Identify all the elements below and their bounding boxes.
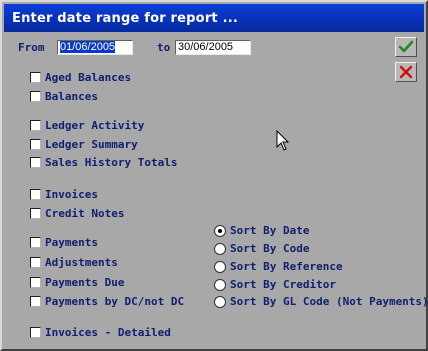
credit-notes-checkbox[interactable]: [30, 208, 41, 219]
credit-notes-label: Credit Notes: [45, 207, 125, 220]
sort-by-reference-radio[interactable]: [214, 261, 226, 273]
adjustments-label: Adjustments: [45, 256, 118, 269]
ledger-activity-checkbox[interactable]: [30, 120, 41, 131]
cancel-button[interactable]: [395, 62, 417, 82]
payments-label: Payments: [45, 236, 98, 249]
from-label: From: [18, 41, 45, 54]
adjustments-checkbox[interactable]: [30, 257, 41, 268]
sort-by-reference-label: Sort By Reference: [230, 260, 343, 273]
payments-by-dc-checkbox[interactable]: [30, 296, 41, 307]
payments-checkbox[interactable]: [30, 237, 41, 248]
check-icon: [398, 40, 414, 53]
report-date-range-dialog: Enter date range for report ... From 01/…: [0, 0, 428, 351]
invoices-label: Invoices: [45, 188, 98, 201]
ledger-activity-label: Ledger Activity: [45, 119, 145, 132]
sort-by-gl-code-radio[interactable]: [214, 296, 226, 308]
sort-by-creditor-label: Sort By Creditor: [230, 278, 336, 291]
ok-button[interactable]: [395, 37, 417, 57]
balances-label: Balances: [45, 90, 98, 103]
x-icon: [399, 65, 413, 79]
aged-balances-checkbox[interactable]: [30, 72, 41, 83]
title-bar[interactable]: Enter date range for report ...: [4, 4, 424, 32]
sales-history-totals-label: Sales History Totals: [45, 156, 178, 169]
to-date-field[interactable]: 30/06/2005: [175, 40, 251, 55]
invoices-detailed-label: Invoices - Detailed: [45, 326, 171, 339]
to-label: to: [157, 41, 171, 54]
mouse-pointer-icon: [276, 130, 290, 151]
sales-history-totals-checkbox[interactable]: [30, 157, 41, 168]
window-title: Enter date range for report ...: [12, 11, 238, 26]
balances-checkbox[interactable]: [30, 91, 41, 102]
from-date-field[interactable]: 01/06/2005: [57, 40, 133, 55]
sort-by-creditor-radio[interactable]: [214, 279, 226, 291]
invoices-checkbox[interactable]: [30, 189, 41, 200]
invoices-detailed-checkbox[interactable]: [30, 327, 41, 338]
ledger-summary-checkbox[interactable]: [30, 139, 41, 150]
sort-by-date-radio[interactable]: [214, 225, 226, 237]
sort-by-gl-code-label: Sort By GL Code (Not Payments): [230, 295, 428, 308]
payments-due-label: Payments Due: [45, 276, 125, 289]
dialog-body: From 01/06/2005 to 30/06/2005 Aged Balan…: [4, 32, 428, 347]
to-date-value: 30/06/2005: [178, 41, 234, 53]
aged-balances-label: Aged Balances: [45, 71, 132, 84]
ledger-summary-label: Ledger Summary: [45, 138, 138, 151]
payments-due-checkbox[interactable]: [30, 277, 41, 288]
payments-by-dc-label: Payments by DC/not DC: [45, 295, 185, 308]
from-date-value: 01/06/2005: [60, 41, 116, 53]
sort-by-date-label: Sort By Date: [230, 224, 310, 237]
sort-by-code-radio[interactable]: [214, 243, 226, 255]
sort-by-code-label: Sort By Code: [230, 242, 310, 255]
